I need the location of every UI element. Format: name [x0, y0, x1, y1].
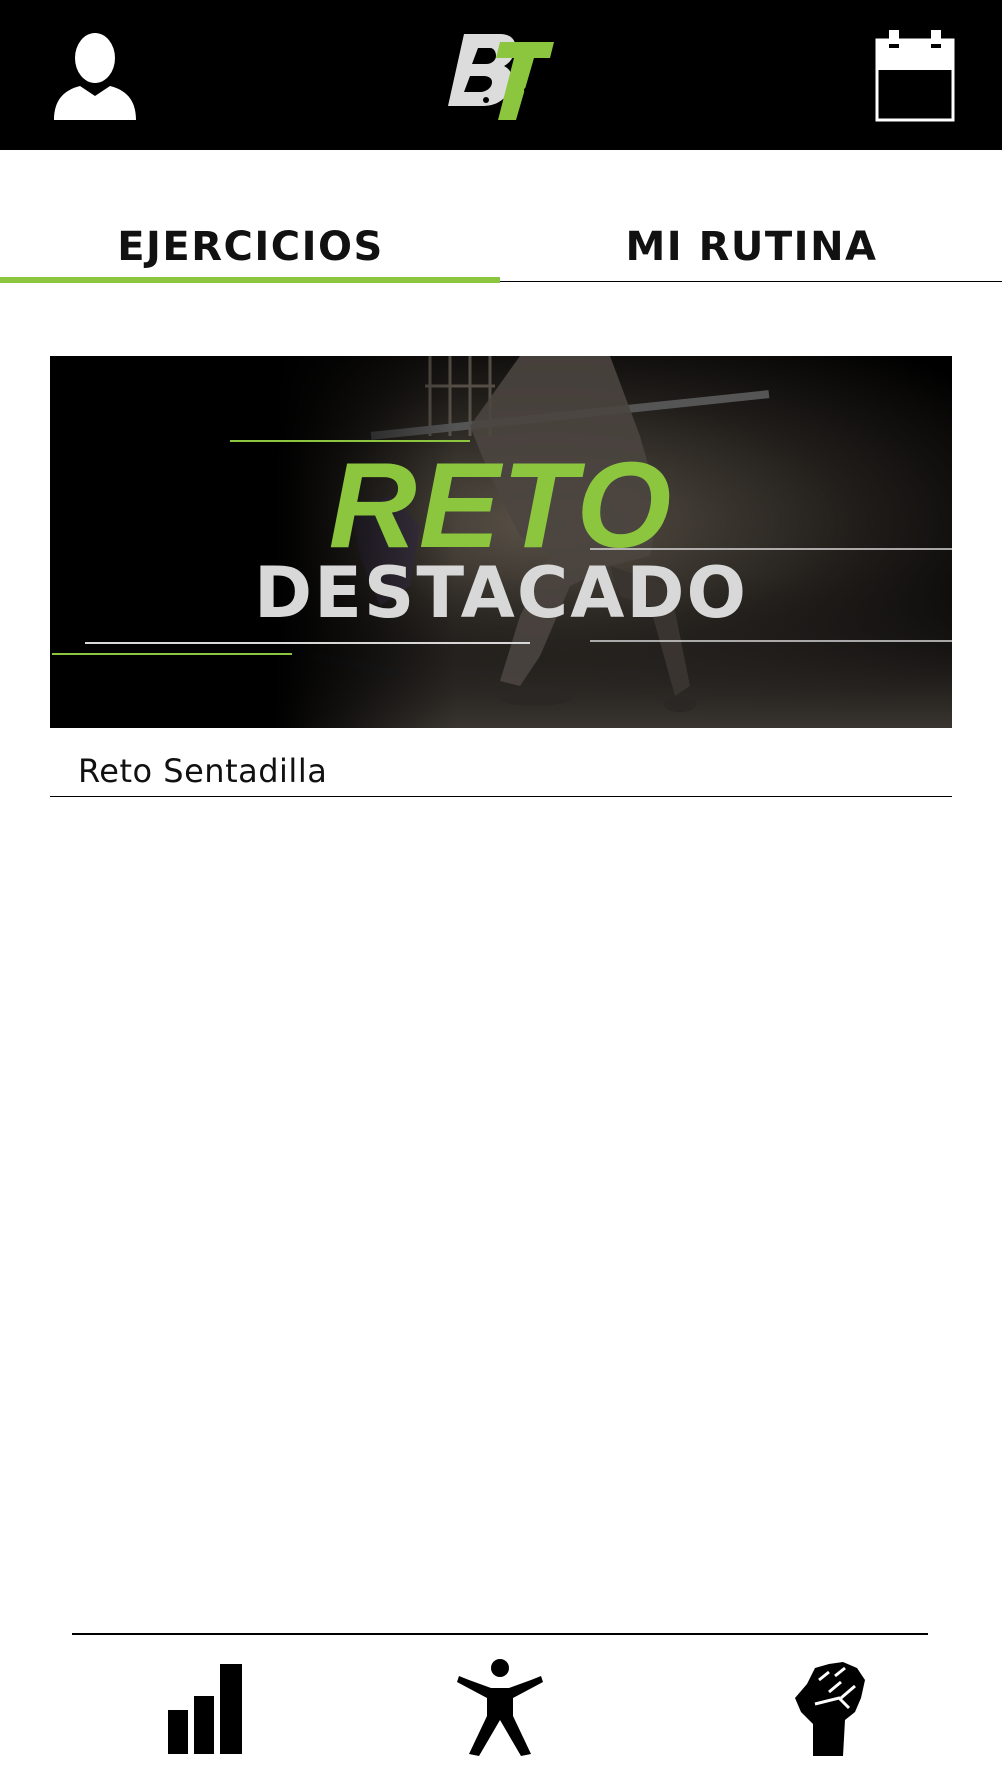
- banner-subtitle: DESTACADO: [254, 552, 748, 634]
- profile-button[interactable]: [50, 30, 140, 120]
- raised-fist-icon: [795, 1662, 865, 1756]
- bottom-nav-divider: [72, 1633, 928, 1635]
- active-tab-indicator: [0, 277, 500, 283]
- tab-label: MI RUTINA: [625, 224, 878, 270]
- challenge-label: Reto Sentadilla: [78, 752, 328, 790]
- bar-chart-icon: [168, 1664, 242, 1754]
- tab-mi-rutina[interactable]: MI RUTINA: [501, 200, 1002, 284]
- user-icon: [54, 33, 136, 120]
- tab-label: EJERCICIOS: [117, 224, 384, 270]
- nav-challenges-button[interactable]: [785, 1658, 875, 1758]
- person-exercise-icon: [457, 1659, 543, 1756]
- app-logo: [446, 30, 556, 122]
- nav-exercises-button[interactable]: [455, 1658, 545, 1758]
- tab-ejercicios[interactable]: EJERCICIOS: [0, 200, 501, 284]
- tab-bar: EJERCICIOS MI RUTINA: [0, 200, 1002, 284]
- calendar-button[interactable]: [875, 30, 955, 122]
- nav-stats-button[interactable]: [160, 1658, 250, 1758]
- banner-title: RETO: [328, 437, 674, 573]
- list-item[interactable]: Reto Sentadilla: [50, 748, 952, 797]
- app-header: [0, 0, 1002, 150]
- featured-challenge-banner[interactable]: RETO DESTACADO: [50, 356, 952, 728]
- calendar-icon: [875, 30, 955, 122]
